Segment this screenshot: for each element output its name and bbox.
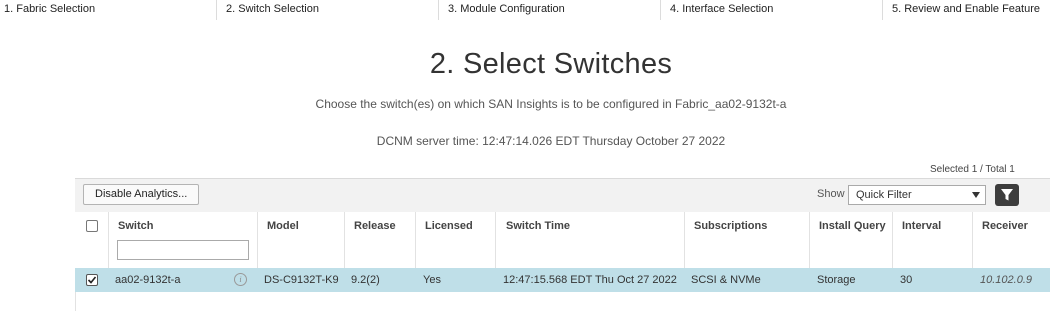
column-header-switch[interactable]: Switch <box>118 220 153 232</box>
column-divider <box>257 212 258 268</box>
show-label: Show <box>817 188 845 200</box>
switch-filter-input[interactable] <box>117 240 249 260</box>
column-divider <box>344 212 345 268</box>
cell-switch-time: 12:47:15.568 EDT Thu Oct 27 2022 <box>503 274 677 286</box>
column-divider <box>972 212 973 268</box>
column-divider <box>892 212 893 268</box>
chevron-down-icon <box>972 192 980 198</box>
table-body-empty-area <box>75 292 1050 311</box>
cell-model: DS-C9132T-K9 <box>264 274 339 286</box>
select-all-checkbox[interactable] <box>86 220 98 232</box>
server-time: DCNM server time: 12:47:14.026 EDT Thurs… <box>376 134 726 148</box>
funnel-icon <box>1001 189 1013 201</box>
wizard-steps: 1. Fabric Selection 2. Switch Selection … <box>0 0 1050 22</box>
quick-filter-value: Quick Filter <box>856 189 912 201</box>
column-divider <box>684 212 685 268</box>
table-header: Switch Model Release Licensed Switch Tim… <box>75 212 1050 269</box>
cell-licensed: Yes <box>423 274 441 286</box>
step-divider <box>882 0 883 20</box>
step-divider <box>438 0 439 20</box>
cell-subscriptions: SCSI & NVMe <box>691 274 761 286</box>
step-module-configuration[interactable]: 3. Module Configuration <box>448 3 565 15</box>
column-header-switch-time[interactable]: Switch Time <box>506 220 570 232</box>
cell-receiver: 10.102.0.9 <box>980 274 1032 286</box>
cell-release: 9.2(2) <box>351 274 380 286</box>
table-row[interactable]: aa02-9132t-a i DS-C9132T-K9 9.2(2) Yes 1… <box>75 268 1050 292</box>
column-divider <box>809 212 810 268</box>
column-header-licensed[interactable]: Licensed <box>425 220 473 232</box>
disable-analytics-button[interactable]: Disable Analytics... <box>83 184 200 205</box>
row-checkbox[interactable] <box>86 274 98 286</box>
column-header-model[interactable]: Model <box>267 220 299 232</box>
checkmark-icon <box>87 276 97 284</box>
column-divider <box>495 212 496 268</box>
step-divider <box>660 0 661 20</box>
column-divider <box>415 212 416 268</box>
cell-interval: 30 <box>900 274 913 286</box>
column-header-interval[interactable]: Interval <box>902 220 941 232</box>
column-header-install-query[interactable]: Install Query <box>819 220 886 232</box>
selected-count: Selected 1 / Total 1 <box>930 164 1015 175</box>
step-fabric-selection[interactable]: 1. Fabric Selection <box>4 3 95 15</box>
column-divider <box>108 212 109 268</box>
cell-switch: aa02-9132t-a <box>115 274 181 286</box>
quick-filter-select[interactable]: Quick Filter <box>848 185 986 205</box>
cell-install-query: Storage <box>817 274 856 286</box>
column-header-subscriptions[interactable]: Subscriptions <box>694 220 767 232</box>
step-interface-selection[interactable]: 4. Interface Selection <box>670 3 773 15</box>
column-header-receiver[interactable]: Receiver <box>982 220 1028 232</box>
step-divider <box>216 0 217 20</box>
page-title: 2. Select Switches <box>429 48 673 80</box>
info-icon[interactable]: i <box>234 273 247 286</box>
step-review-enable[interactable]: 5. Review and Enable Feature <box>892 3 1040 15</box>
step-switch-selection[interactable]: 2. Switch Selection <box>226 3 319 15</box>
page-subtitle: Choose the switch(es) on which SAN Insig… <box>315 97 787 111</box>
column-header-release[interactable]: Release <box>354 220 396 232</box>
table-toolbar: Disable Analytics... Show Quick Filter <box>75 178 1050 213</box>
filter-button[interactable] <box>995 184 1019 206</box>
